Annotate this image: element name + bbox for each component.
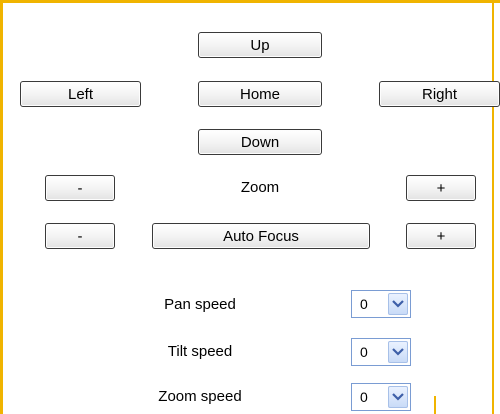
- tilt-speed-value: 0: [360, 344, 368, 360]
- frame-bottom-marker: [434, 396, 436, 414]
- focus-far-button[interactable]: +: [406, 223, 476, 249]
- zoom-speed-select[interactable]: 0: [351, 383, 411, 411]
- frame-right-border: [492, 0, 494, 414]
- home-button[interactable]: Home: [198, 81, 322, 107]
- focus-near-button[interactable]: -: [45, 223, 115, 249]
- chevron-down-icon[interactable]: [388, 341, 408, 363]
- pan-speed-label: Pan speed: [164, 296, 236, 313]
- zoom-speed-value: 0: [360, 389, 368, 405]
- right-button[interactable]: Right: [379, 81, 500, 107]
- left-button[interactable]: Left: [20, 81, 141, 107]
- tilt-speed-label: Tilt speed: [167, 343, 233, 360]
- zoom-speed-label: Zoom speed: [158, 388, 242, 405]
- zoom-label: Zoom: [240, 179, 280, 196]
- zoom-in-button[interactable]: +: [406, 175, 476, 201]
- up-button[interactable]: Up: [198, 32, 322, 58]
- zoom-out-button[interactable]: -: [45, 175, 115, 201]
- tilt-speed-select[interactable]: 0: [351, 338, 411, 366]
- chevron-down-icon[interactable]: [388, 386, 408, 408]
- auto-focus-button[interactable]: Auto Focus: [152, 223, 370, 249]
- chevron-down-icon[interactable]: [388, 293, 408, 315]
- pan-speed-select[interactable]: 0: [351, 290, 411, 318]
- down-button[interactable]: Down: [198, 129, 322, 155]
- pan-speed-value: 0: [360, 296, 368, 312]
